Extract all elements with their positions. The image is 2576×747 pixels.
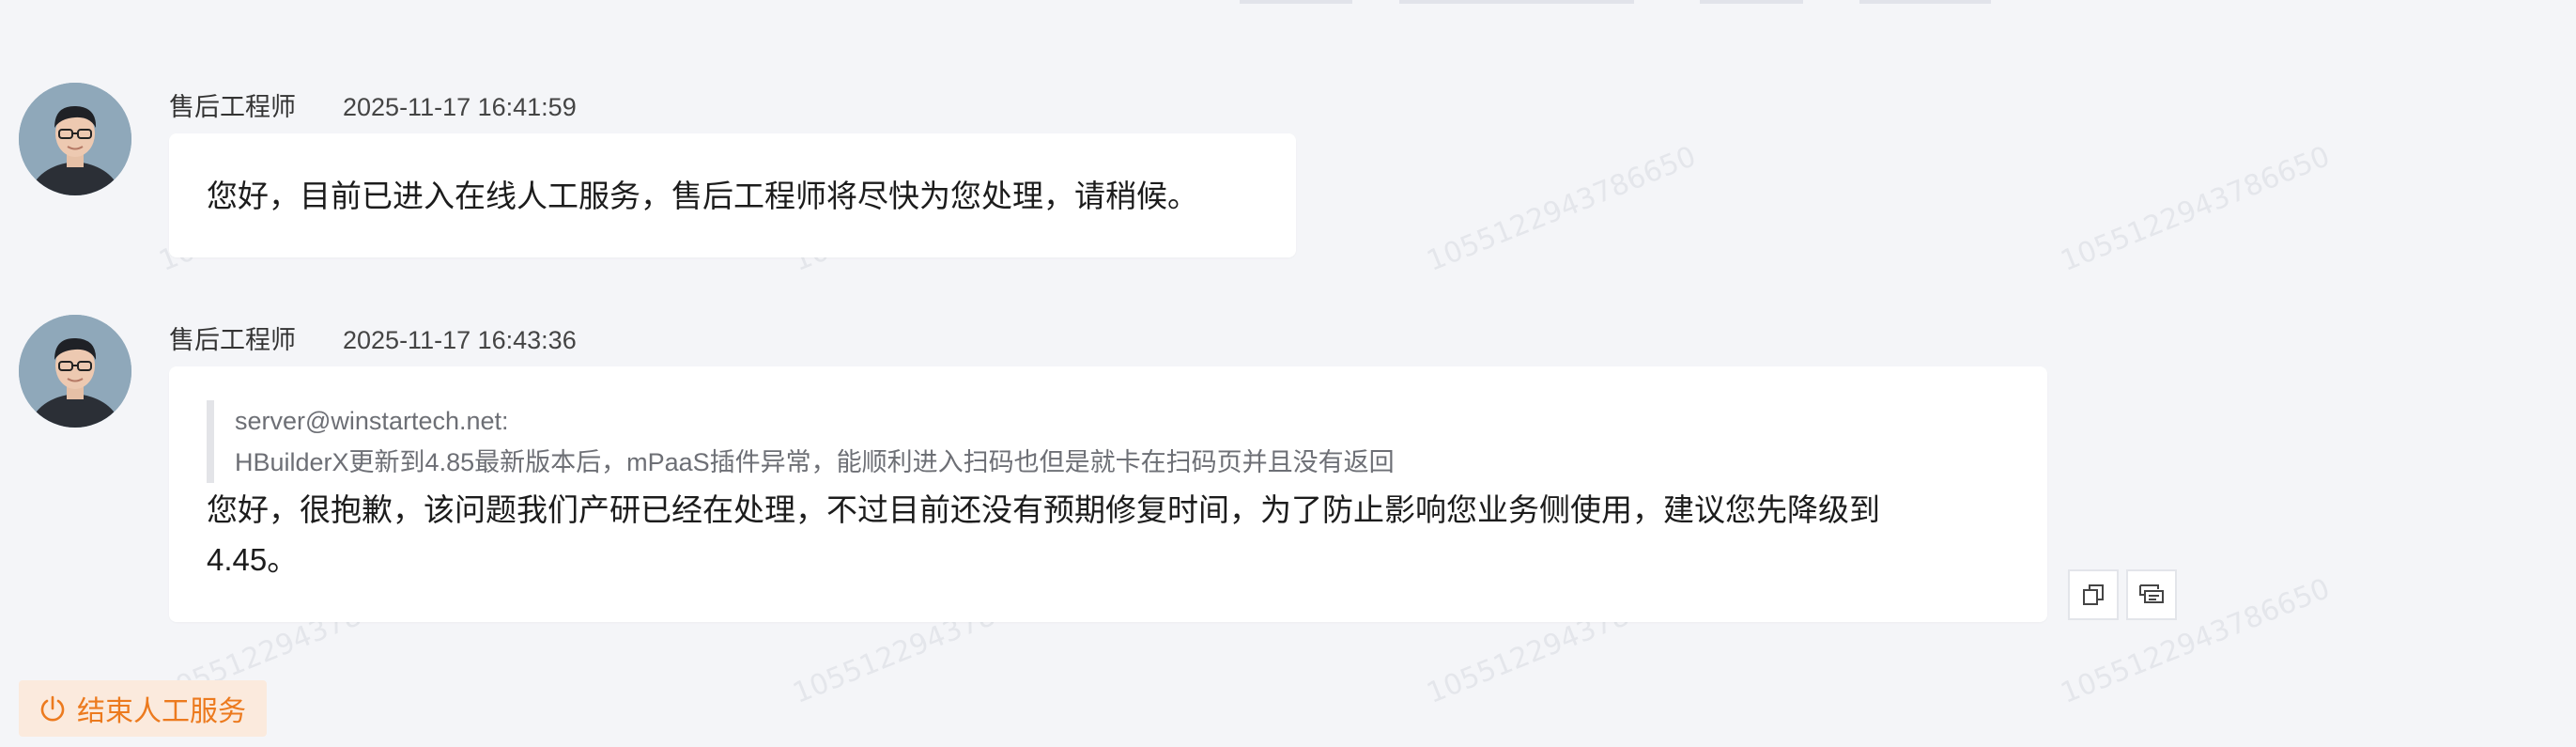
agent-avatar <box>19 83 131 195</box>
watermark: 1055122943786650 <box>1422 140 1701 278</box>
sender-name: 售后工程师 <box>169 326 296 354</box>
end-service-label: 结束人工服务 <box>77 696 246 727</box>
watermark: 1055122943786650 <box>2056 140 2335 278</box>
message-meta: 售后工程师 2025-11-17 16:43:36 <box>169 319 577 356</box>
message-timestamp: 2025-11-17 16:41:59 <box>343 93 577 121</box>
quoted-message: server@winstartech.net: HBuilderX更新到4.85… <box>207 400 2010 483</box>
copy-button[interactable] <box>2068 569 2119 620</box>
quote-author: server@winstartech.net: <box>235 407 509 435</box>
copy-icon <box>2083 584 2104 605</box>
power-icon <box>40 695 65 722</box>
agent-avatar <box>19 315 131 428</box>
message-meta: 售后工程师 2025-11-17 16:41:59 <box>169 86 577 123</box>
end-service-button[interactable]: 结束人工服务 <box>19 680 267 737</box>
message-timestamp: 2025-11-17 16:43:36 <box>343 326 577 354</box>
sender-name: 售后工程师 <box>169 93 296 121</box>
quote-reply-button[interactable] <box>2126 569 2177 620</box>
message-text: 4.45。 <box>207 542 299 577</box>
quote-text: HBuilderX更新到4.85最新版本后，mPaaS插件异常，能顺利进入扫码也… <box>235 448 1395 476</box>
person-avatar-icon <box>19 315 131 428</box>
message-text: 您好，很抱歉，该问题我们产研已经在处理，不过目前还没有预期修复时间，为了防止影响… <box>207 492 1880 527</box>
message-bubble: server@winstartech.net: HBuilderX更新到4.85… <box>169 366 2047 622</box>
message-bubble: 您好，目前已进入在线人工服务，售后工程师将尽快为您处理，请稍候。 <box>169 133 1296 257</box>
message-text: 您好，目前已进入在线人工服务，售后工程师将尽快为您处理，请稍候。 <box>207 179 1198 213</box>
person-avatar-icon <box>19 83 131 195</box>
quote-reply-icon <box>2139 584 2164 603</box>
top-cutoff-toolbar <box>1240 0 1991 4</box>
